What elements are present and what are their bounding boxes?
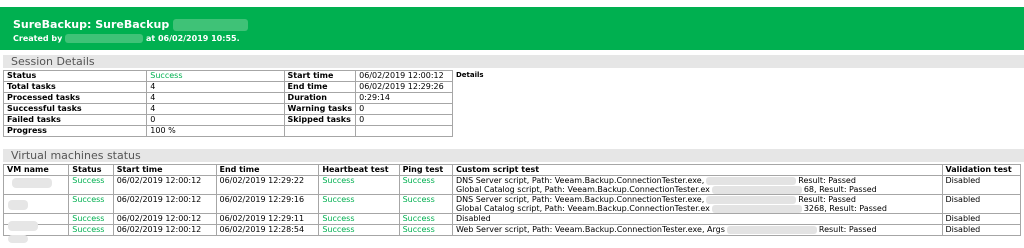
vm-header-cell: Heartbeat test <box>318 164 400 176</box>
session-cell: Warning tasks <box>283 103 357 115</box>
vm-cell: Success <box>318 194 400 214</box>
table-row: Success 06/02/2019 12:00:12 06/02/2019 12:… <box>2 194 1021 214</box>
vm-name-blur <box>8 200 28 210</box>
vm-cell: Success <box>318 213 400 225</box>
session-cell: Failed tasks <box>2 114 148 126</box>
session-cell: 0 <box>355 114 453 126</box>
vm-name-blur <box>8 221 38 231</box>
section-vm-status: Virtual machines status <box>3 149 1024 162</box>
vm-cell: 06/02/2019 12:29:22 <box>215 175 320 195</box>
session-cell: 0 <box>146 114 285 126</box>
vm-header-cell: VM name <box>2 164 70 176</box>
vm-name-blur <box>8 235 28 243</box>
session-cell: 4 <box>146 103 285 115</box>
session-cell: 06/02/2019 12:29:26 <box>355 81 453 93</box>
vm-header-cell: Status <box>68 164 114 176</box>
session-row: Processed tasks 4 Duration 0:29:14 <box>2 92 453 104</box>
vm-cell: Disabled <box>941 194 1021 214</box>
session-cell: 4 <box>146 92 285 104</box>
vm-cell: 06/02/2019 12:00:12 <box>112 213 217 225</box>
vm-cell: 06/02/2019 12:29:16 <box>215 194 320 214</box>
vm-status-table: VM name Status Start time End time Heartbeat… <box>2 164 1021 236</box>
vm-cell: Success <box>68 213 114 225</box>
vm-cell: Disabled <box>451 213 943 225</box>
report-header: SureBackup: SureBackup Created by at 06/… <box>0 7 1024 50</box>
vm-cell: Disabled <box>941 175 1021 195</box>
session-cell: Progress <box>2 125 148 137</box>
vm-cell: Success <box>68 194 114 214</box>
session-row: Successful tasks 4 Warning tasks 0 <box>2 103 453 115</box>
vm-cell: Success <box>398 175 453 195</box>
vm-name-blur <box>12 178 52 188</box>
vm-cell: Web Server script, Path: Veeam.Backup.Co… <box>451 224 943 236</box>
vm-cell: 06/02/2019 12:29:11 <box>215 213 320 225</box>
vm-cell: Success <box>398 213 453 225</box>
vm-cell: Success <box>398 224 453 236</box>
vm-cell: 06/02/2019 12:00:12 <box>112 194 217 214</box>
table-row: Success 06/02/2019 12:00:12 06/02/2019 12:… <box>2 213 1021 225</box>
table-row: Success 06/02/2019 12:00:12 06/02/2019 12:… <box>2 224 1021 236</box>
session-cell: Success <box>146 70 285 82</box>
session-cell: Status <box>2 70 148 82</box>
session-row: Progress 100 % <box>2 125 453 137</box>
vm-cell: 06/02/2019 12:00:12 <box>112 175 217 195</box>
vm-cell: Disabled <box>941 224 1021 236</box>
vm-cell: Success <box>398 194 453 214</box>
vm-header-cell: Start time <box>112 164 217 176</box>
session-cell <box>283 125 357 137</box>
session-cell: Duration <box>283 92 357 104</box>
session-cell: Processed tasks <box>2 92 148 104</box>
vm-header-cell: Ping test <box>398 164 453 176</box>
vm-cell: Success <box>68 175 114 195</box>
vm-cell: 06/02/2019 12:28:54 <box>215 224 320 236</box>
vm-cell: Disabled <box>941 213 1021 225</box>
session-row: Failed tasks 0 Skipped tasks 0 <box>2 114 453 126</box>
session-row: Total tasks 4 End time 06/02/2019 12:29:26 <box>2 81 453 93</box>
details-label: Details <box>456 71 484 79</box>
session-cell: 100 % <box>146 125 285 137</box>
report-title: SureBackup: SureBackup <box>13 18 249 31</box>
vm-header-cell: Custom script test <box>451 164 943 176</box>
session-cell <box>355 125 453 137</box>
report-created-by: Created by at 06/02/2019 10:55. <box>13 34 240 43</box>
session-cell: Skipped tasks <box>283 114 357 126</box>
session-cell: 4 <box>146 81 285 93</box>
vm-cell: 06/02/2019 12:00:12 <box>112 224 217 236</box>
vm-cell: DNS Server script, Path: Veeam.Backup.Co… <box>451 175 943 195</box>
vm-cell: DNS Server script, Path: Veeam.Backup.Co… <box>451 194 943 214</box>
session-cell: 0 <box>355 103 453 115</box>
session-cell: Total tasks <box>2 81 148 93</box>
session-cell: Start time <box>283 70 357 82</box>
session-cell: 06/02/2019 12:00:12 <box>355 70 453 82</box>
session-row: Status Success Start time 06/02/2019 12:00:… <box>2 70 453 82</box>
vm-header-cell: End time <box>215 164 320 176</box>
section-session-details: Session Details <box>3 55 1024 68</box>
session-details-table: Status Success Start time 06/02/2019 12:00:… <box>2 70 453 137</box>
vm-cell: Success <box>68 224 114 236</box>
session-cell: 0:29:14 <box>355 92 453 104</box>
session-cell: Successful tasks <box>2 103 148 115</box>
table-row: Success 06/02/2019 12:00:12 06/02/2019 12:… <box>2 175 1021 195</box>
vm-cell: Success <box>318 224 400 236</box>
vm-header-cell: Validation test <box>941 164 1021 176</box>
vm-cell: Success <box>318 175 400 195</box>
session-cell: End time <box>283 81 357 93</box>
